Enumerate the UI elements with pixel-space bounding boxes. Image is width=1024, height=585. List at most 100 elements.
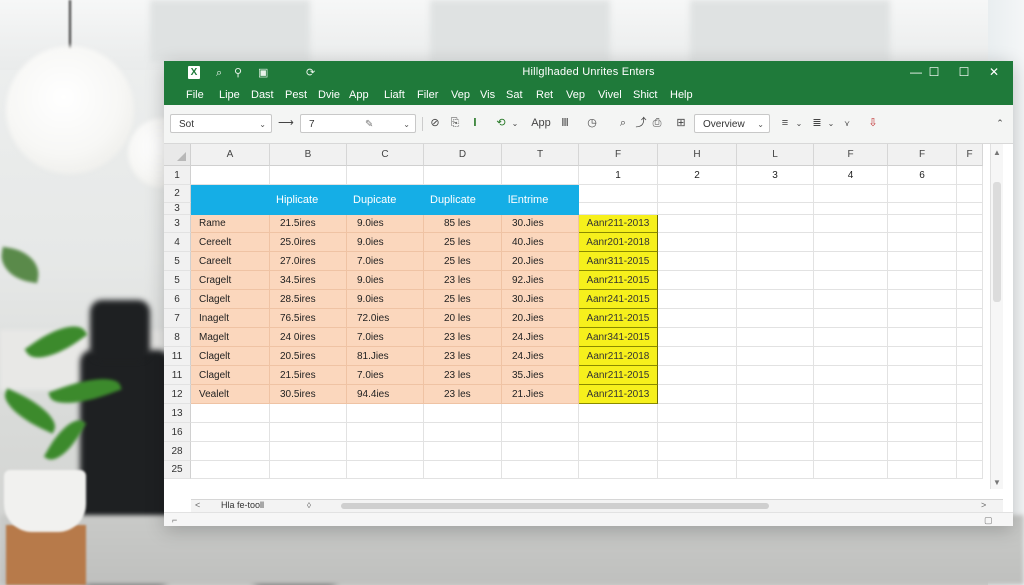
- grid-cell[interactable]: [424, 404, 502, 423]
- data-cell[interactable]: 92.Jies: [502, 271, 579, 290]
- indent-icon[interactable]: ⟶: [278, 115, 294, 132]
- data-cell[interactable]: 25.0ires: [270, 233, 347, 252]
- menu-item[interactable]: File: [186, 87, 204, 103]
- menu-item[interactable]: Lipe: [219, 87, 240, 103]
- row-header[interactable]: 5: [164, 252, 191, 271]
- vertical-scroll-thumb[interactable]: [993, 182, 1001, 302]
- row-header[interactable]: 16: [164, 423, 191, 442]
- column-header[interactable]: D: [424, 144, 502, 166]
- row-header[interactable]: 13: [164, 404, 191, 423]
- grid-cell[interactable]: [957, 290, 983, 309]
- menu-item[interactable]: Shict: [633, 87, 657, 103]
- grid-cell[interactable]: [658, 215, 737, 233]
- grid-cell[interactable]: [957, 347, 983, 366]
- share-icon[interactable]: ⤴: [634, 115, 648, 132]
- data-cell[interactable]: 25 les: [424, 233, 502, 252]
- close-button[interactable]: ✕: [980, 64, 1008, 80]
- restore-button[interactable]: ☐: [920, 64, 948, 80]
- grid-cell[interactable]: [814, 461, 888, 479]
- grid-cell[interactable]: [814, 442, 888, 461]
- sheet-tab[interactable]: Hla fe-tooll: [221, 499, 264, 512]
- grid-cell[interactable]: [658, 423, 737, 442]
- row-header[interactable]: 1: [164, 166, 191, 185]
- grid-cell[interactable]: [191, 166, 270, 185]
- grid-cell[interactable]: [814, 385, 888, 404]
- grid-cell[interactable]: [737, 461, 814, 479]
- data-cell[interactable]: 27.0ires: [270, 252, 347, 271]
- data-cell[interactable]: 23 les: [424, 366, 502, 385]
- data-cell[interactable]: 9.0ies: [347, 215, 424, 233]
- chevron-down-icon[interactable]: ⋎: [842, 115, 852, 132]
- data-cell[interactable]: 20.Jies: [502, 309, 579, 328]
- search-icon[interactable]: ⌕: [616, 115, 630, 132]
- menu-item[interactable]: Vivel: [598, 87, 622, 103]
- menu-item[interactable]: Dast: [251, 87, 274, 103]
- grid-cell[interactable]: [814, 366, 888, 385]
- row-header[interactable]: 11: [164, 366, 191, 385]
- grid-cell[interactable]: [347, 404, 424, 423]
- grid-cell[interactable]: [737, 203, 814, 215]
- data-cell[interactable]: 20.Jies: [502, 252, 579, 271]
- data-cell[interactable]: 81.Jies: [347, 347, 424, 366]
- grid-cell[interactable]: [347, 423, 424, 442]
- data-cell[interactable]: Clagelt: [191, 347, 270, 366]
- menu-item[interactable]: Pest: [285, 87, 307, 103]
- grid-cell[interactable]: [888, 328, 957, 347]
- date-cell[interactable]: Aanr211-2015: [579, 309, 658, 328]
- column-header[interactable]: F: [957, 144, 983, 166]
- grid-cell[interactable]: [737, 385, 814, 404]
- row-header[interactable]: 3: [164, 203, 191, 215]
- data-cell[interactable]: 20.5ires: [270, 347, 347, 366]
- grid-cell[interactable]: [957, 233, 983, 252]
- data-cell[interactable]: 7.0ies: [347, 252, 424, 271]
- grid-cell[interactable]: [888, 215, 957, 233]
- menu-item[interactable]: Vep: [566, 87, 585, 103]
- grid-cell[interactable]: [191, 461, 270, 479]
- data-cell[interactable]: 30.Jies: [502, 290, 579, 309]
- grid-cell[interactable]: [888, 233, 957, 252]
- vertical-scrollbar[interactable]: ▲ ▼: [990, 144, 1003, 489]
- grid-cell[interactable]: [888, 366, 957, 385]
- menu-item[interactable]: Dvie: [318, 87, 340, 103]
- grid-cell[interactable]: [814, 233, 888, 252]
- grid-cell[interactable]: [502, 442, 579, 461]
- copy-icon[interactable]: ⎘: [448, 115, 462, 132]
- grid-cell[interactable]: [814, 271, 888, 290]
- data-cell[interactable]: 30.5ires: [270, 385, 347, 404]
- row-header[interactable]: 8: [164, 328, 191, 347]
- resize-grip-icon[interactable]: ▢: [984, 513, 993, 526]
- grid-cell[interactable]: [814, 404, 888, 423]
- print-icon[interactable]: ⎙: [650, 115, 664, 132]
- collapse-ribbon-icon[interactable]: ⌃: [994, 115, 1006, 132]
- grid-cell[interactable]: [957, 442, 983, 461]
- grid-cell[interactable]: [888, 252, 957, 271]
- grid-cell[interactable]: [658, 461, 737, 479]
- sheet-nav-left[interactable]: <: [195, 499, 200, 512]
- grid-cell[interactable]: [888, 385, 957, 404]
- data-cell[interactable]: 9.0ies: [347, 233, 424, 252]
- row1-label-cell[interactable]: 1: [579, 166, 658, 185]
- column-header[interactable]: A: [191, 144, 270, 166]
- data-cell[interactable]: 40.Jies: [502, 233, 579, 252]
- sort-icon[interactable]: ⇩: [866, 115, 880, 132]
- grid-cell[interactable]: [658, 328, 737, 347]
- row-header[interactable]: 2: [164, 185, 191, 203]
- grid-cell[interactable]: [888, 442, 957, 461]
- grid-cell[interactable]: [814, 290, 888, 309]
- menu-item[interactable]: Sat: [506, 87, 523, 103]
- data-cell[interactable]: 76.5ires: [270, 309, 347, 328]
- data-cell[interactable]: Magelt: [191, 328, 270, 347]
- fill-color-icon[interactable]: ⟲: [494, 115, 508, 132]
- grid-cell[interactable]: [737, 347, 814, 366]
- grid-cell[interactable]: [737, 328, 814, 347]
- grid-cell[interactable]: [270, 442, 347, 461]
- grid-cell[interactable]: [658, 185, 737, 203]
- chevron-down-icon[interactable]: ⌄: [794, 115, 804, 132]
- grid-cell[interactable]: [270, 423, 347, 442]
- row1-label-cell[interactable]: 6: [888, 166, 957, 185]
- grid-cell[interactable]: [888, 271, 957, 290]
- grid-cell[interactable]: [814, 328, 888, 347]
- grid-cell[interactable]: [502, 166, 579, 185]
- data-cell[interactable]: 9.0ies: [347, 271, 424, 290]
- grid-cell[interactable]: [888, 290, 957, 309]
